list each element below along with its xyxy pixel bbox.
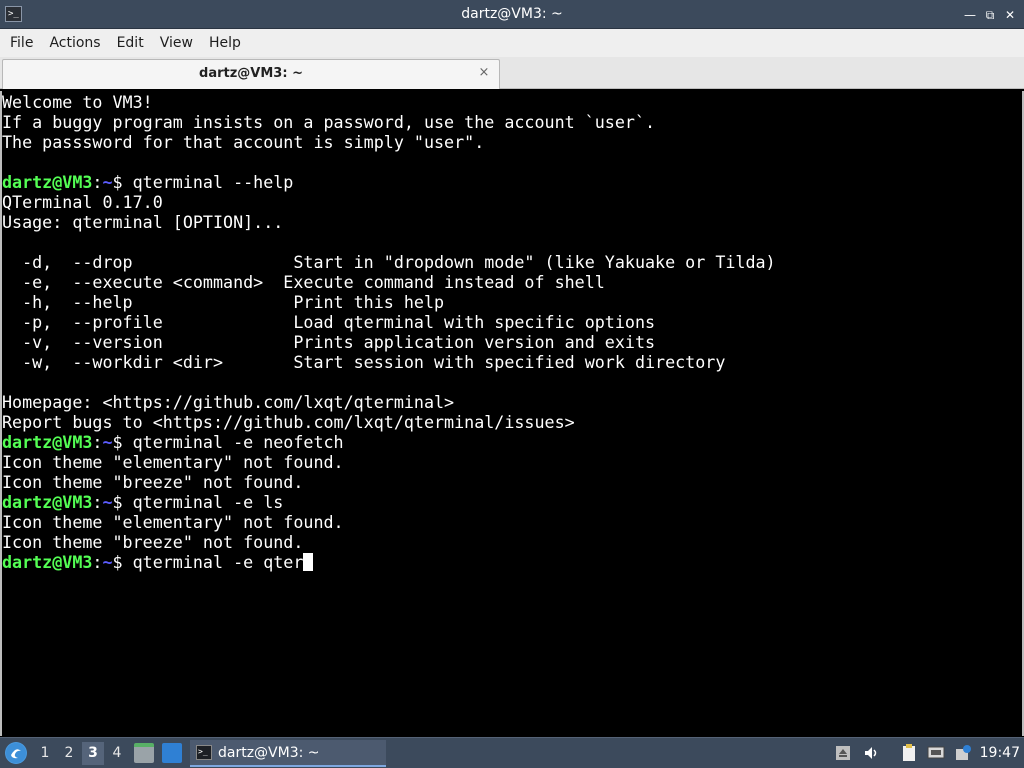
output-text: -d, --drop Start in "dropdown mode" (lik… bbox=[2, 252, 776, 272]
taskbar-task-label: dartz@VM3: ~ bbox=[218, 745, 320, 761]
terminal-output-line: Icon theme "elementary" not found. bbox=[2, 452, 1022, 472]
terminal-icon: >_ bbox=[196, 745, 212, 760]
file-manager-icon[interactable] bbox=[134, 743, 154, 763]
prompt-user: dartz@VM3 bbox=[2, 172, 93, 192]
prompt-path: ~ bbox=[102, 172, 113, 192]
output-text: -w, --workdir <dir> Start session with s… bbox=[2, 352, 726, 372]
output-text: QTerminal 0.17.0 bbox=[2, 192, 163, 212]
menu-edit[interactable]: Edit bbox=[109, 29, 152, 57]
prompt-sigil: $ bbox=[112, 492, 133, 512]
terminal-output-line: -h, --help Print this help bbox=[2, 292, 1022, 312]
menu-view[interactable]: View bbox=[152, 29, 201, 57]
volume-icon[interactable] bbox=[862, 743, 880, 763]
command-text: qterminal -e neofetch bbox=[132, 432, 344, 452]
tab-terminal[interactable]: dartz@VM3: ~ × bbox=[2, 59, 500, 89]
terminal-output-line: -d, --drop Start in "dropdown mode" (lik… bbox=[2, 252, 1022, 272]
output-text: Welcome to VM3! bbox=[2, 92, 153, 112]
window-controls: — ⧉ ✕ bbox=[962, 0, 1018, 29]
prompt-sigil: $ bbox=[112, 432, 133, 452]
prompt-sigil: $ bbox=[112, 172, 133, 192]
window-title: dartz@VM3: ~ bbox=[461, 6, 563, 22]
terminal-prompt-line: dartz@VM3:~$ qterminal --help bbox=[2, 172, 1022, 192]
prompt-sigil: $ bbox=[112, 552, 133, 572]
terminal-output-line: Welcome to VM3! bbox=[2, 92, 1022, 112]
output-text: Report bugs to <https://github.com/lxqt/… bbox=[2, 412, 575, 432]
workspace-1-button[interactable]: 1 bbox=[34, 742, 56, 765]
terminal-output-line: Report bugs to <https://github.com/lxqt/… bbox=[2, 412, 1022, 432]
workspace-2-button[interactable]: 2 bbox=[58, 742, 80, 765]
terminal-output-line: -e, --execute <command> Execute command … bbox=[2, 272, 1022, 292]
menu-help[interactable]: Help bbox=[201, 29, 249, 57]
menu-bar: File Actions Edit View Help bbox=[0, 29, 1024, 57]
terminal-output-line: If a buggy program insists on a password… bbox=[2, 112, 1022, 132]
window-titlebar[interactable]: >_ dartz@VM3: ~ — ⧉ ✕ bbox=[0, 0, 1024, 29]
menu-actions[interactable]: Actions bbox=[41, 29, 108, 57]
terminal-output-line: Icon theme "breeze" not found. bbox=[2, 532, 1022, 552]
prompt-separator: : bbox=[92, 552, 103, 572]
output-text: Icon theme "breeze" not found. bbox=[2, 532, 304, 552]
prompt-user: dartz@VM3 bbox=[2, 432, 93, 452]
output-text: Homepage: <https://github.com/lxqt/qterm… bbox=[2, 392, 455, 412]
terminal-output-line: -p, --profile Load qterminal with specif… bbox=[2, 312, 1022, 332]
terminal-output-line: The passsword for that account is simply… bbox=[2, 132, 1022, 152]
output-text: If a buggy program insists on a password… bbox=[2, 112, 656, 132]
taskbar: 1 2 3 4 >_ dartz@VM3: ~ 19:47 bbox=[0, 737, 1024, 768]
clock[interactable]: 19:47 bbox=[980, 738, 1020, 768]
tab-close-icon[interactable]: × bbox=[477, 66, 491, 80]
command-text: qterminal -e ls bbox=[132, 492, 284, 512]
application-menu-icon[interactable] bbox=[5, 742, 27, 764]
tab-bar: dartz@VM3: ~ × bbox=[0, 57, 1024, 89]
command-text: qterminal -e qter bbox=[132, 552, 304, 572]
output-text: Icon theme "elementary" not found. bbox=[2, 512, 344, 532]
menu-file[interactable]: File bbox=[2, 29, 41, 57]
text-cursor bbox=[303, 553, 314, 571]
prompt-path: ~ bbox=[102, 432, 113, 452]
terminal-output-line: Usage: qterminal [OPTION]... bbox=[2, 212, 1022, 232]
prompt-separator: : bbox=[92, 172, 103, 192]
terminal-prompt-line: dartz@VM3:~$ qterminal -e qter bbox=[2, 552, 1022, 572]
terminal-output-line: Homepage: <https://github.com/lxqt/qterm… bbox=[2, 392, 1022, 412]
prompt-separator: : bbox=[92, 432, 103, 452]
output-text: Usage: qterminal [OPTION]... bbox=[2, 212, 284, 232]
output-text: -p, --profile Load qterminal with specif… bbox=[2, 312, 656, 332]
terminal-output-line: Icon theme "elementary" not found. bbox=[2, 512, 1022, 532]
network-icon[interactable] bbox=[927, 743, 945, 763]
output-text: The passsword for that account is simply… bbox=[2, 132, 485, 152]
output-text: -v, --version Prints application version… bbox=[2, 332, 656, 352]
update-icon[interactable] bbox=[954, 743, 972, 763]
prompt-user: dartz@VM3 bbox=[2, 552, 93, 572]
terminal-prompt-line: dartz@VM3:~$ qterminal -e ls bbox=[2, 492, 1022, 512]
output-text: -h, --help Print this help bbox=[2, 292, 445, 312]
prompt-path: ~ bbox=[102, 552, 113, 572]
minimize-button[interactable]: — bbox=[962, 7, 978, 23]
terminal-output[interactable]: Welcome to VM3! If a buggy program insist… bbox=[2, 91, 1022, 736]
taskbar-task-terminal[interactable]: >_ dartz@VM3: ~ bbox=[190, 740, 386, 767]
terminal-output-line: QTerminal 0.17.0 bbox=[2, 192, 1022, 212]
clipboard-icon[interactable] bbox=[900, 743, 918, 763]
tab-label: dartz@VM3: ~ bbox=[199, 66, 303, 81]
show-desktop-icon[interactable] bbox=[162, 743, 182, 763]
output-text: Icon theme "elementary" not found. bbox=[2, 452, 344, 472]
terminal-output-line: -w, --workdir <dir> Start session with s… bbox=[2, 352, 1022, 372]
eject-icon[interactable] bbox=[834, 743, 852, 763]
terminal-output-line: Icon theme "breeze" not found. bbox=[2, 472, 1022, 492]
output-text: -e, --execute <command> Execute command … bbox=[2, 272, 605, 292]
restore-button[interactable]: ⧉ bbox=[982, 7, 998, 23]
workspace-4-button[interactable]: 4 bbox=[106, 742, 128, 765]
terminal-prompt-line: dartz@VM3:~$ qterminal -e neofetch bbox=[2, 432, 1022, 452]
prompt-separator: : bbox=[92, 492, 103, 512]
output-text: Icon theme "breeze" not found. bbox=[2, 472, 304, 492]
prompt-user: dartz@VM3 bbox=[2, 492, 93, 512]
close-button[interactable]: ✕ bbox=[1002, 7, 1018, 23]
terminal-output-line: -v, --version Prints application version… bbox=[2, 332, 1022, 352]
prompt-path: ~ bbox=[102, 492, 113, 512]
workspace-3-button[interactable]: 3 bbox=[82, 742, 104, 765]
command-text: qterminal --help bbox=[132, 172, 294, 192]
